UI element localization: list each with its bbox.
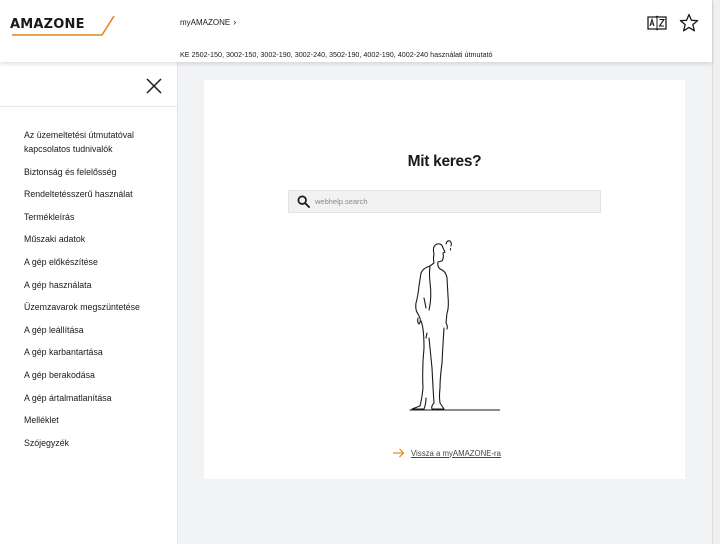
back-to-myamazone-link[interactable]: Vissza a myAMAZONE-ra (392, 448, 501, 458)
logo-text: AMAZONE (10, 17, 85, 32)
sidebar-item-troubleshooting[interactable]: Üzemzavarok megszüntetése (24, 300, 174, 314)
sidebar-nav: Az üzemeltetési útmutatóval kapcsolatos … (24, 128, 174, 458)
sidebar-item-product-description[interactable]: Termékleírás (24, 210, 174, 224)
sidebar-item-about-manual[interactable]: Az üzemeltetési útmutatóval kapcsolatos … (24, 128, 174, 156)
sidebar-item-maintenance[interactable]: A gép karbantartása (24, 345, 174, 359)
breadcrumb-link-myamazone[interactable]: myAMAZONE (180, 18, 230, 27)
sidebar-item-technical-data[interactable]: Műszaki adatok (24, 232, 174, 246)
confused-person-illustration (409, 240, 500, 411)
arrow-right-icon (393, 448, 405, 458)
close-icon[interactable] (144, 76, 164, 96)
az-dictionary-icon[interactable] (646, 12, 668, 34)
sidebar-item-appendix[interactable]: Melléklet (24, 413, 174, 427)
amazone-logo[interactable]: AMAZONE (10, 14, 118, 38)
sidebar-divider (0, 106, 178, 107)
sidebar-item-glossary[interactable]: Szójegyzék (24, 436, 174, 450)
search-icon[interactable] (291, 191, 315, 212)
document-subtitle: KE 2502-150, 3002-150, 3002-190, 3002-24… (180, 50, 493, 59)
sidebar-item-parking-machine[interactable]: A gép leállítása (24, 323, 174, 337)
page-title: Mit keres? (407, 153, 482, 170)
sidebar-item-disposal[interactable]: A gép ártalmatlanítása (24, 391, 174, 405)
search-input[interactable] (315, 197, 585, 206)
breadcrumb: myAMAZONE › (180, 17, 236, 27)
search-card: Mit keres? Vissza a myA (204, 80, 685, 479)
sidebar: Az üzemeltetési útmutatóval kapcsolatos … (0, 62, 178, 544)
app-header: AMAZONE myAMAZONE › KE 2502-150, 3002-15… (0, 0, 712, 62)
search-box[interactable] (288, 190, 601, 213)
sidebar-item-safety[interactable]: Biztonság és felelősség (24, 165, 174, 179)
back-link-label: Vissza a myAMAZONE-ra (411, 448, 501, 458)
sidebar-item-preparing-machine[interactable]: A gép előkészítése (24, 255, 174, 269)
sidebar-item-intended-use[interactable]: Rendeltetésszerű használat (24, 187, 174, 201)
sidebar-item-using-machine[interactable]: A gép használata (24, 278, 174, 292)
breadcrumb-separator: › (233, 17, 237, 27)
page-scrollbar[interactable] (712, 0, 720, 544)
star-icon[interactable] (678, 12, 700, 34)
sidebar-item-loading[interactable]: A gép berakodása (24, 368, 174, 382)
